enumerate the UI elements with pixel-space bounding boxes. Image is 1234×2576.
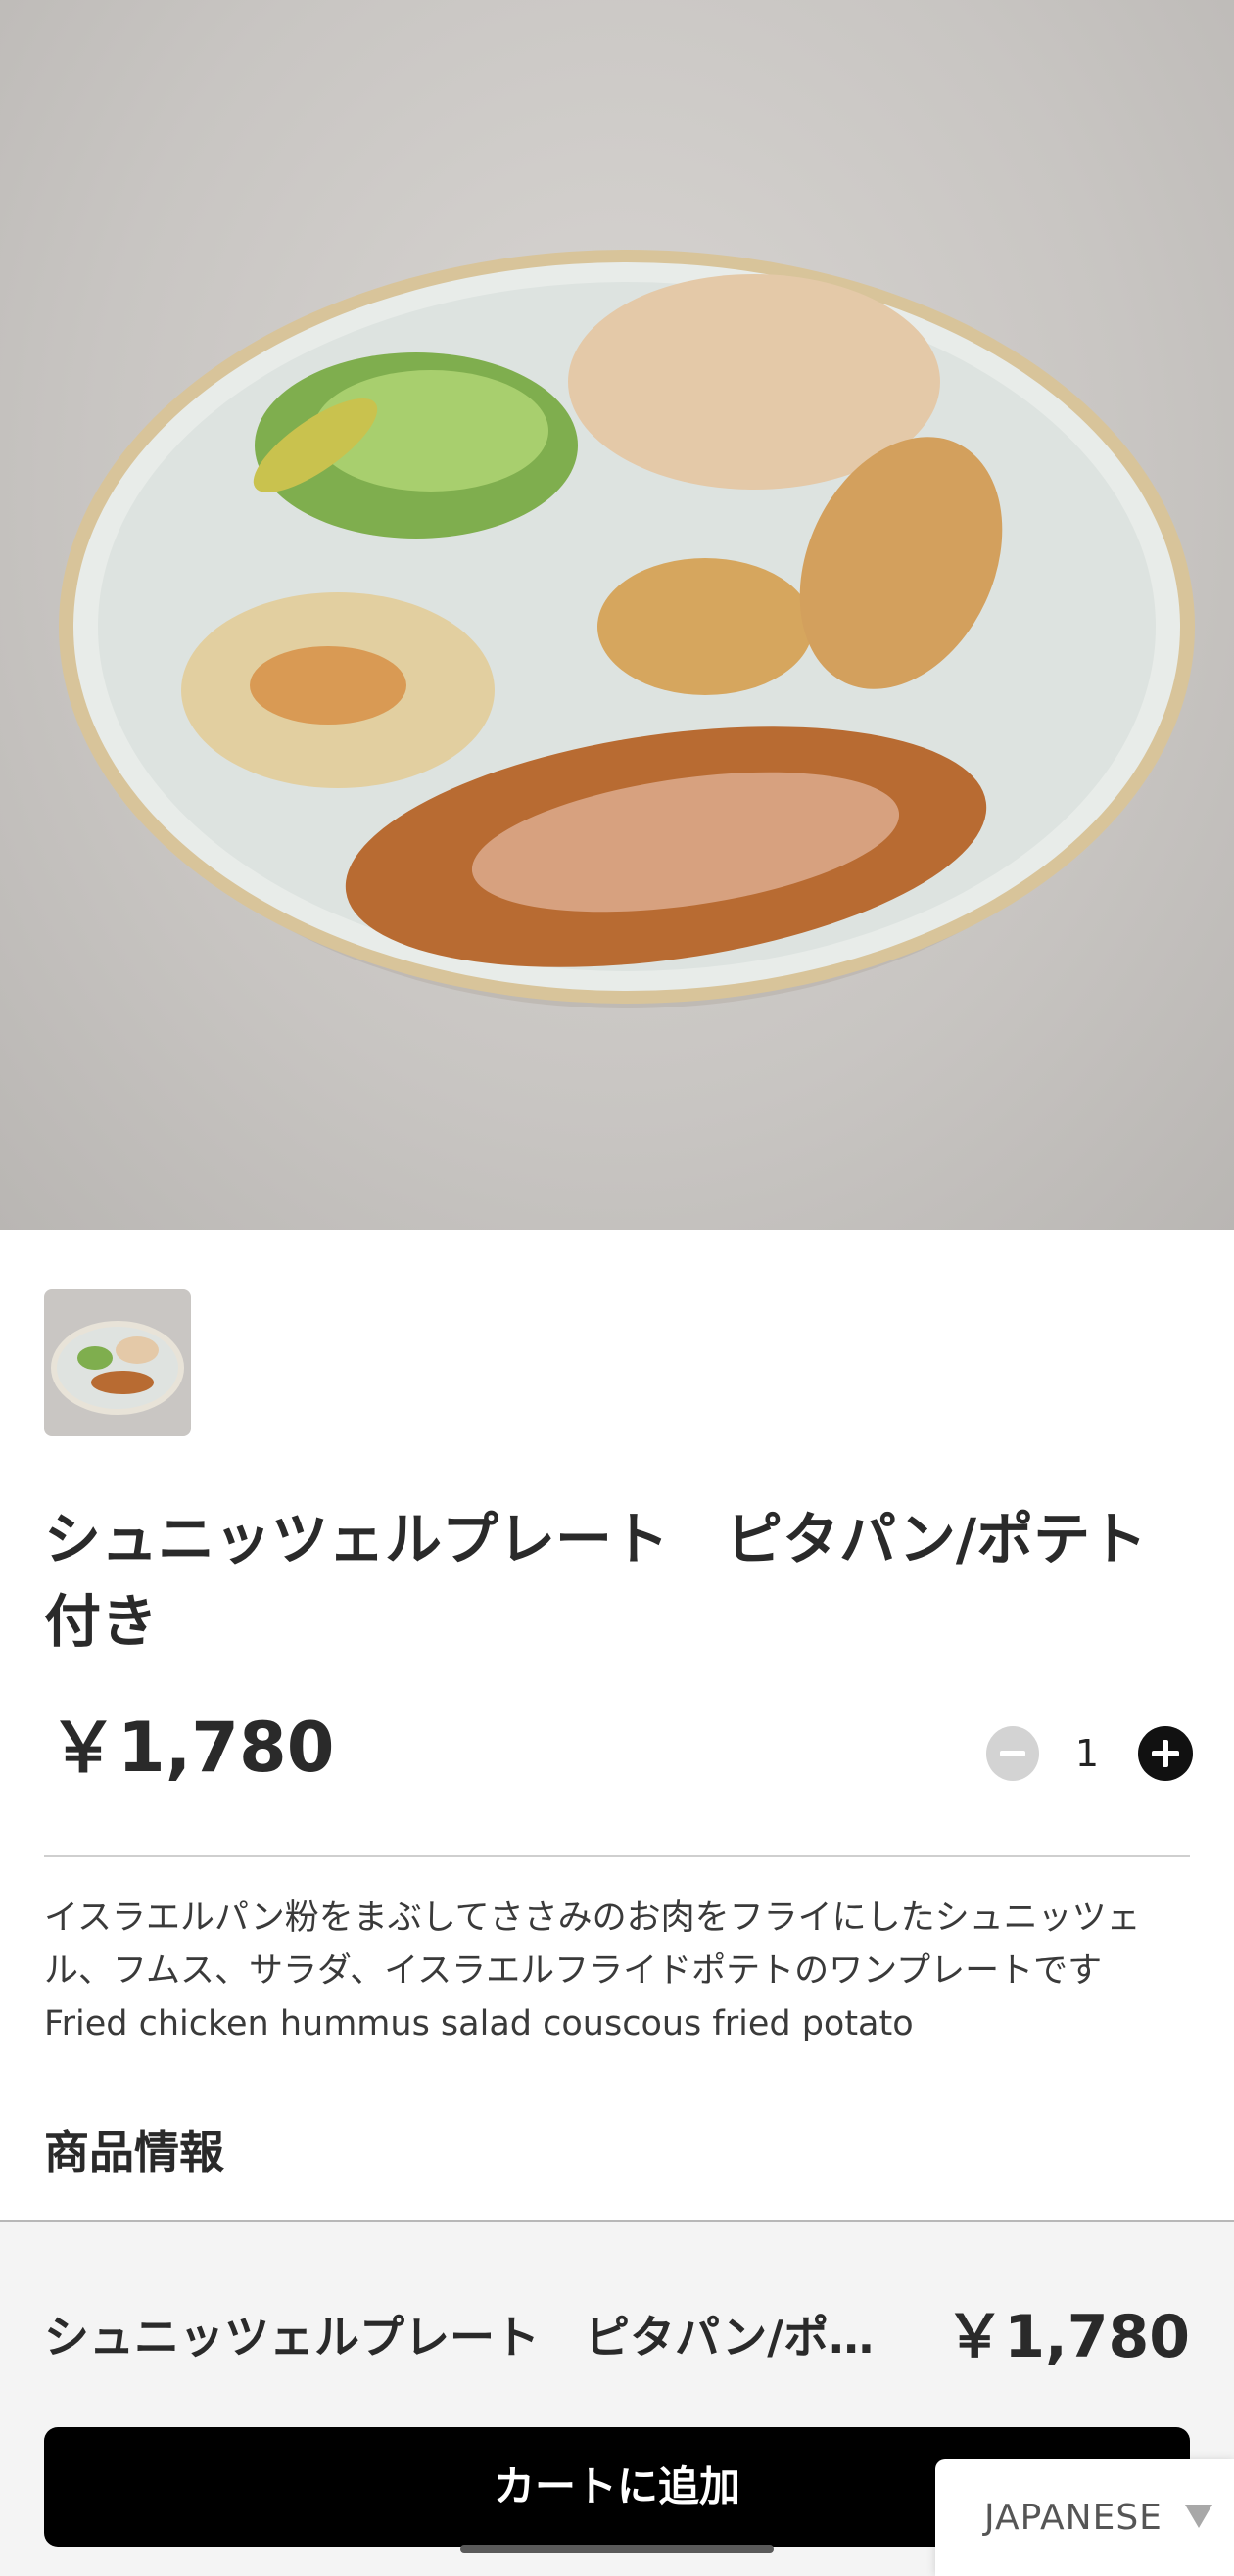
plus-circle-icon[interactable] — [1138, 1726, 1193, 1781]
product-price: ￥1,780 — [49, 1708, 335, 1788]
footer-price: ￥1,780 — [945, 2303, 1190, 2371]
home-indicator — [460, 2545, 774, 2553]
footer-product-name: シュニッツェルプレート ピタパン/ポテト付き — [44, 2311, 916, 2364]
minus-circle-icon[interactable] — [986, 1726, 1039, 1781]
description-japanese: イスラエルパン粉をまぶしてささみのお肉をフライにしたシュニッツェル、フムス、サラ… — [44, 1898, 1141, 1991]
product-title: シュニッツェルプレート ピタパン/ポテト付き — [44, 1506, 1148, 1655]
product-hero-image — [0, 0, 1234, 1230]
quantity-value: 1 — [1074, 1732, 1100, 1775]
description-english: Fried chicken hummus salad couscous frie… — [44, 2004, 914, 2043]
caret-down-icon — [1185, 2505, 1212, 2528]
product-description: イスラエルパン粉をまぶしてささみのお肉をフライにしたシュニッツェル、フムス、サラ… — [44, 1892, 1200, 2050]
product-thumbnail[interactable] — [44, 1289, 191, 1436]
language-selector[interactable]: JAPANESE — [935, 2459, 1234, 2576]
language-label: JAPANESE — [984, 2498, 1163, 2538]
divider — [44, 1855, 1190, 1857]
product-info-heading: 商品情報 — [44, 2126, 224, 2178]
